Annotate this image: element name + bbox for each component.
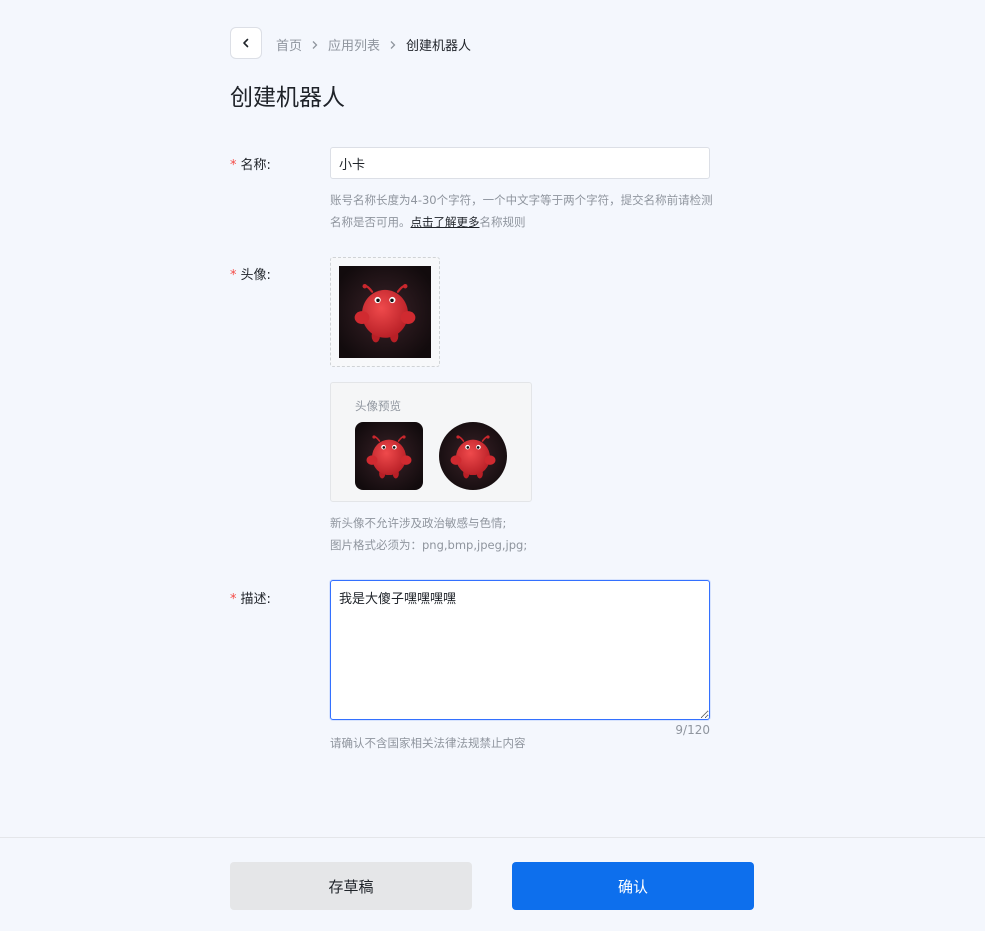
avatar-preview-square (355, 422, 423, 490)
name-help-suffix: 名称规则 (479, 215, 526, 229)
avatar-label: * 头像: (230, 264, 271, 283)
description-label-text: 描述: (240, 592, 271, 607)
required-mark: * (230, 592, 237, 607)
avatar-preview-panel: 头像预览 (330, 382, 532, 502)
breadcrumb-current: 创建机器人 (406, 39, 472, 54)
page-title: 创建机器人 (230, 85, 345, 111)
avatar-preview-title: 头像预览 (355, 399, 401, 413)
chevron-right-icon (311, 40, 319, 50)
avatar-preview-circle (439, 422, 507, 490)
confirm-button[interactable]: 确认 (512, 862, 754, 910)
description-label: * 描述: (230, 588, 271, 607)
required-mark: * (230, 158, 237, 173)
save-draft-button[interactable]: 存草稿 (230, 862, 472, 910)
required-mark: * (230, 268, 237, 283)
breadcrumb: 首页 应用列表 创建机器人 (276, 35, 471, 54)
avatar-note: 图片格式必须为：png,bmp,jpeg,jpg; (330, 538, 528, 552)
breadcrumb-app-list[interactable]: 应用列表 (328, 35, 380, 54)
chevron-left-icon (243, 38, 249, 48)
description-help-text: 请确认不含国家相关法律法规禁止内容 (330, 736, 526, 750)
avatar-upload[interactable] (330, 257, 440, 367)
name-input[interactable] (330, 147, 710, 179)
name-help-text: 账号名称长度为4-30个字符，一个中文字等于两个字符，提交名称前请检测名称是否可… (330, 189, 715, 233)
avatar-notes: 新头像不允许涉及政治敏感与色情; 图片格式必须为：png,bmp,jpeg,jp… (330, 512, 715, 556)
description-textarea[interactable]: 我是大傻子嘿嘿嘿嘿 (330, 580, 710, 720)
avatar-image (339, 266, 431, 358)
footer-bar (0, 837, 985, 931)
name-label-text: 名称: (240, 158, 271, 173)
avatar-note: 新头像不允许涉及政治敏感与色情; (330, 516, 507, 530)
avatar-label-text: 头像: (240, 268, 271, 283)
chevron-right-icon (389, 40, 397, 50)
breadcrumb-home[interactable]: 首页 (276, 35, 302, 54)
name-label: * 名称: (230, 154, 271, 173)
back-button[interactable] (230, 27, 262, 59)
learn-more-link[interactable]: 点击了解更多 (411, 215, 480, 229)
